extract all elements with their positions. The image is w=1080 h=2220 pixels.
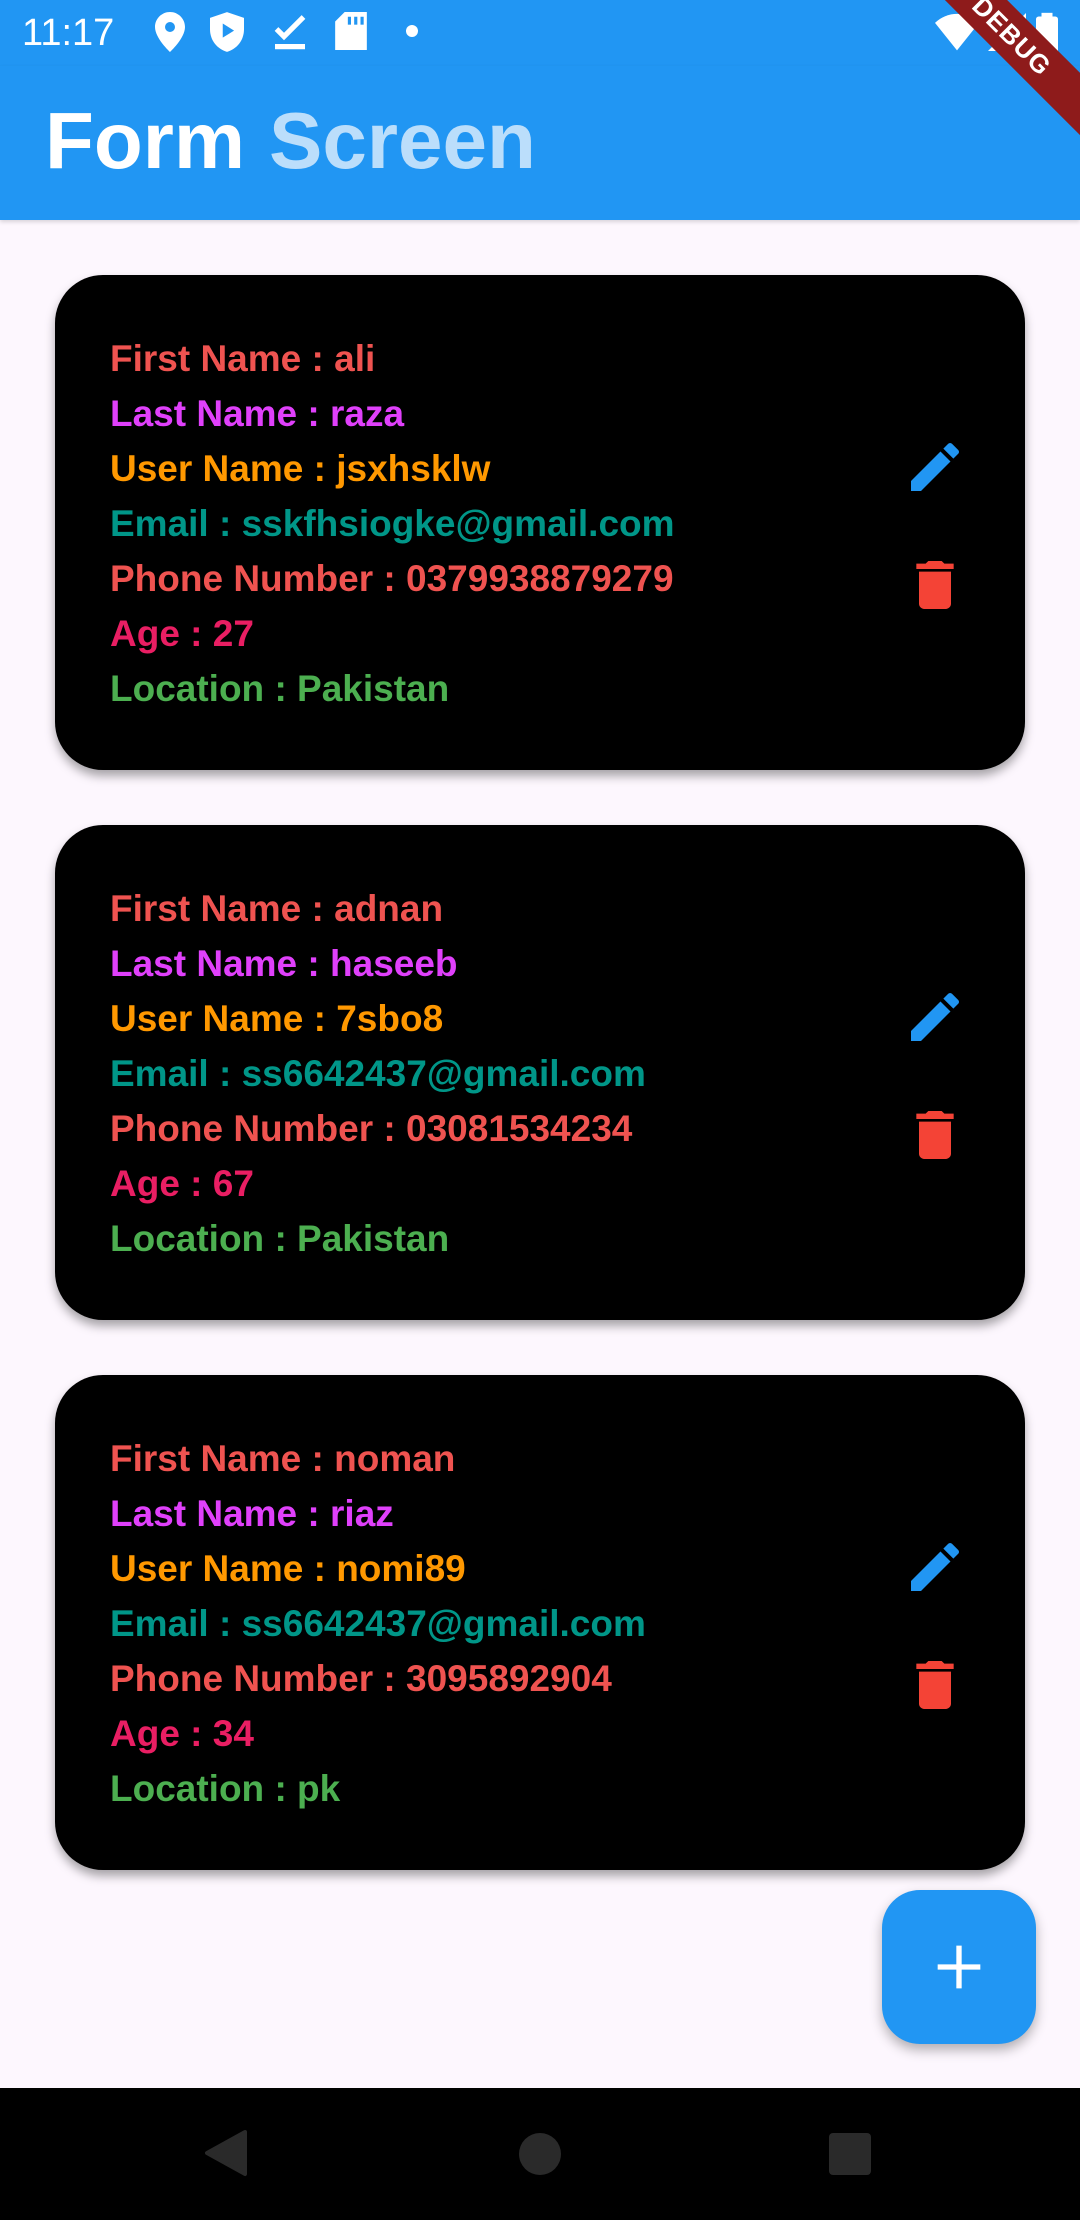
- entry-card: First Name : noman Last Name : riaz User…: [55, 1375, 1025, 1870]
- email-text: Email : ss6642437@gmail.com: [110, 1053, 646, 1094]
- edit-icon: [911, 442, 960, 491]
- app-bar: Form Screen: [0, 66, 1080, 220]
- entry-fields: First Name : adnan Last Name : haseeb Us…: [110, 881, 646, 1266]
- shield-play-icon: [210, 12, 244, 57]
- title-screen: Screen: [269, 96, 536, 185]
- dot-icon: [405, 24, 419, 43]
- delete-icon: [916, 561, 954, 609]
- age-text: Age : 67: [110, 1163, 254, 1204]
- phone-text: Phone Number : 0379938879279: [110, 558, 674, 599]
- edit-button[interactable]: [903, 1535, 967, 1599]
- edit-icon: [911, 1542, 960, 1591]
- entry-fields: First Name : ali Last Name : raza User N…: [110, 331, 675, 716]
- delete-button[interactable]: [903, 553, 967, 617]
- back-triangle-icon: [205, 2130, 247, 2176]
- edit-button[interactable]: [903, 435, 967, 499]
- status-bar: 11:17: [0, 0, 1080, 66]
- location-icon: [155, 12, 185, 57]
- email-text: Email : sskfhsiogke@gmail.com: [110, 503, 675, 544]
- location-text: Location : pk: [110, 1768, 341, 1809]
- title-form: Form: [45, 96, 245, 185]
- edit-icon: [911, 992, 960, 1041]
- system-nav-bar: [0, 2088, 1080, 2220]
- edit-button[interactable]: [903, 985, 967, 1049]
- first-name-text: First Name : adnan: [110, 888, 444, 929]
- user-name-text: User Name : nomi89: [110, 1548, 466, 1589]
- delete-button[interactable]: [903, 1103, 967, 1167]
- last-name-text: Last Name : haseeb: [110, 943, 458, 984]
- delete-icon: [916, 1661, 954, 1709]
- recents-square-icon: [829, 2133, 871, 2175]
- status-time: 11:17: [22, 12, 115, 54]
- add-entry-fab[interactable]: [882, 1890, 1036, 2044]
- entry-card: First Name : ali Last Name : raza User N…: [55, 275, 1025, 770]
- user-name-text: User Name : 7sbo8: [110, 998, 444, 1039]
- nav-home-button[interactable]: [518, 2132, 562, 2181]
- home-circle-icon: [519, 2133, 561, 2175]
- delete-icon: [916, 1111, 954, 1159]
- user-name-text: User Name : jsxhsklw: [110, 448, 491, 489]
- email-text: Email : ss6642437@gmail.com: [110, 1603, 646, 1644]
- age-text: Age : 34: [110, 1713, 254, 1754]
- nav-recents-button[interactable]: [828, 2132, 872, 2181]
- page-title: Form Screen: [45, 96, 536, 186]
- last-name-text: Last Name : riaz: [110, 1493, 394, 1534]
- phone-text: Phone Number : 3095892904: [110, 1658, 612, 1699]
- delete-button[interactable]: [903, 1653, 967, 1717]
- add-icon: [937, 1945, 981, 1989]
- phone-text: Phone Number : 03081534234: [110, 1108, 633, 1149]
- sd-card-icon: [335, 12, 367, 55]
- checkmark-icon: [272, 12, 308, 57]
- nav-back-button[interactable]: [203, 2128, 249, 2183]
- location-text: Location : Pakistan: [110, 1218, 450, 1259]
- last-name-text: Last Name : raza: [110, 393, 405, 434]
- first-name-text: First Name : ali: [110, 338, 376, 379]
- entries-list: First Name : ali Last Name : raza User N…: [55, 275, 1025, 1925]
- age-text: Age : 27: [110, 613, 254, 654]
- entry-card: First Name : adnan Last Name : haseeb Us…: [55, 825, 1025, 1320]
- entry-fields: First Name : noman Last Name : riaz User…: [110, 1431, 646, 1816]
- location-text: Location : Pakistan: [110, 668, 450, 709]
- first-name-text: First Name : noman: [110, 1438, 456, 1479]
